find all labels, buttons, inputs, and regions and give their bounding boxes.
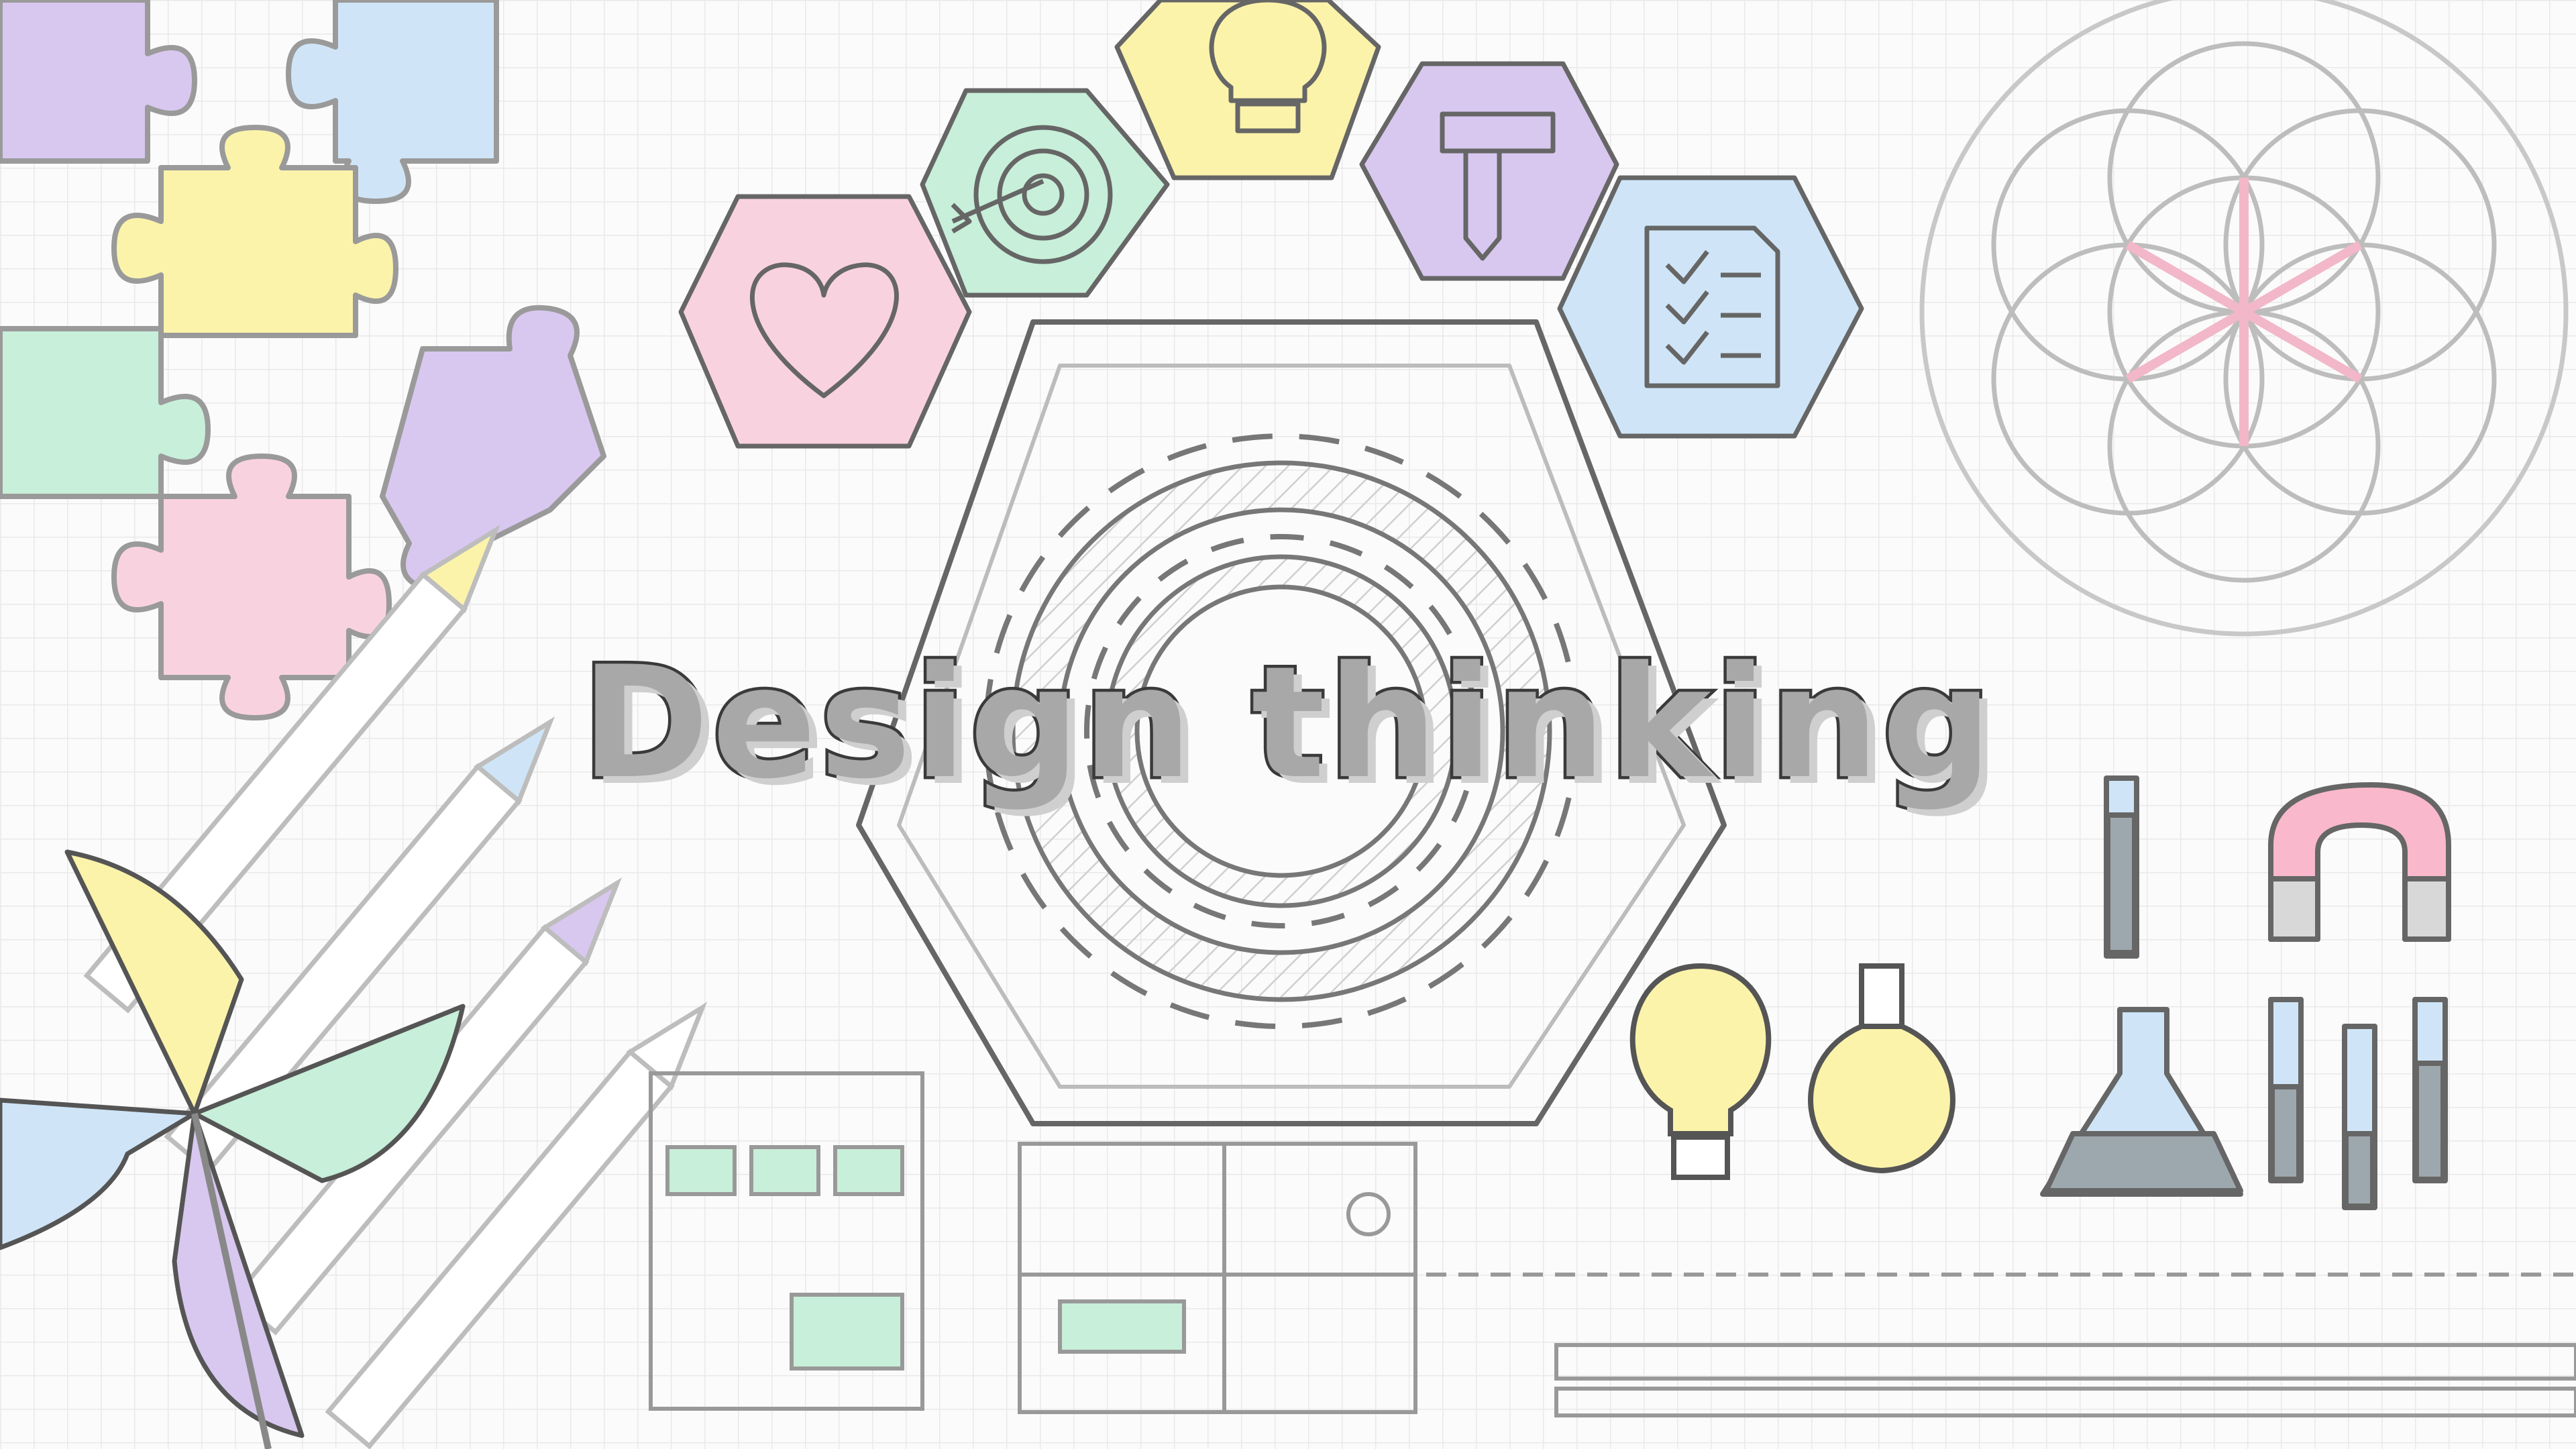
test-tube-icon [2412,997,2448,1183]
test-tube-icon [2342,1024,2377,1210]
hex-heart [678,194,972,449]
test-tube-icon [2268,997,2304,1183]
hex-checklist [1557,175,1864,439]
page-title: Design thinking [578,631,1996,816]
